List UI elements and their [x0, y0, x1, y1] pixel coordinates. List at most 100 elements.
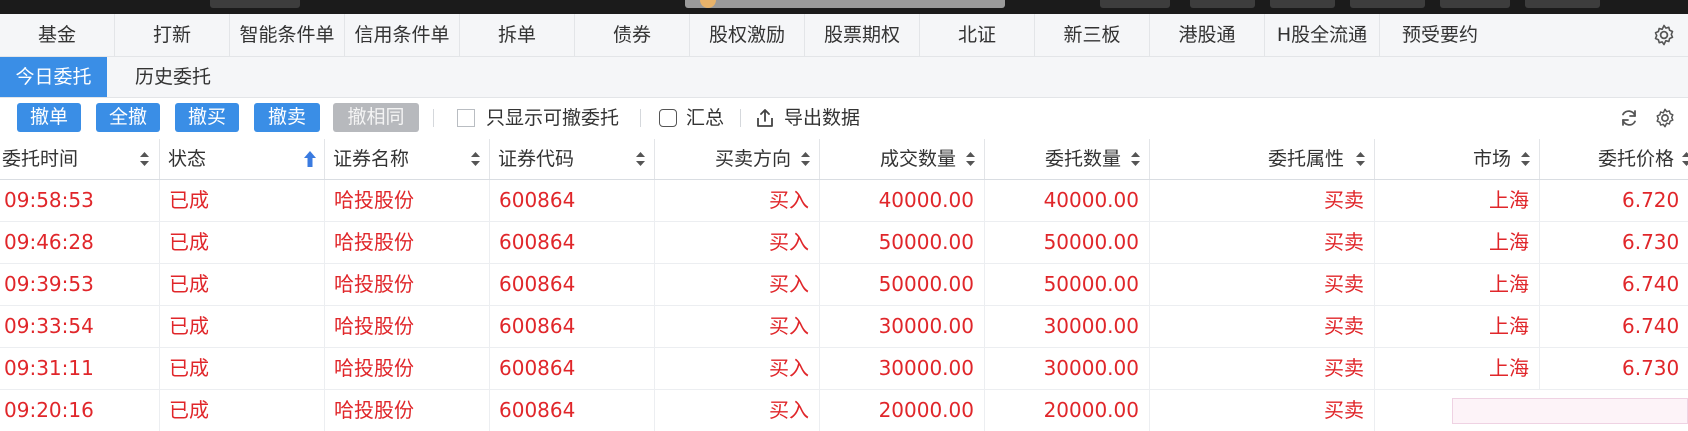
col-security-code-label: 证券代码 [498, 148, 575, 170]
cell-market: 上海 [1375, 264, 1540, 305]
col-security-name[interactable]: 证券名称 [325, 139, 490, 179]
table-row[interactable]: 09:46:28 已成 哈投股份 600864 买入 50000.00 5000… [0, 222, 1688, 264]
settings-gear-icon[interactable] [1652, 23, 1676, 47]
table-row[interactable]: 09:20:16 已成 哈投股份 600864 买入 20000.00 2000… [0, 390, 1688, 431]
col-order-attr[interactable]: 委托属性 [1150, 139, 1375, 179]
subtab-history-orders[interactable]: 历史委托 [112, 57, 234, 97]
cancel-button[interactable]: 撤单 [17, 103, 81, 132]
table-row[interactable]: 09:33:54 已成 哈投股份 600864 买入 30000.00 3000… [0, 306, 1688, 348]
strip-segment [1350, 0, 1425, 8]
sort-arrows-icon[interactable] [1131, 152, 1140, 166]
cell-status: 已成 [160, 390, 325, 431]
table-settings-gear-icon[interactable] [1654, 107, 1676, 129]
sort-arrows-icon[interactable] [1356, 152, 1365, 166]
tab-stock-connect[interactable]: 港股通 [1150, 14, 1265, 56]
refresh-icon[interactable] [1619, 108, 1639, 128]
col-side[interactable]: 买卖方向 [655, 139, 820, 179]
col-security-code[interactable]: 证券代码 [490, 139, 655, 179]
cell-filled: 30000.00 [820, 348, 985, 389]
tab-equity-incentive[interactable]: 股权激励 [690, 14, 805, 56]
tab-tender-offer[interactable]: 预受要约 [1380, 14, 1500, 56]
cell-name: 哈投股份 [325, 180, 490, 221]
cell-side: 买入 [655, 306, 820, 347]
sort-arrows-icon[interactable] [801, 152, 810, 166]
cell-code: 600864 [490, 180, 655, 221]
cell-attr: 买卖 [1150, 264, 1375, 305]
tab-stock-options[interactable]: 股票期权 [805, 14, 920, 56]
sort-arrows-icon[interactable] [966, 152, 975, 166]
cell-time: 09:39:53 [0, 264, 160, 305]
cell-qty: 30000.00 [985, 306, 1150, 347]
subtab-today-orders[interactable]: 今日委托 [0, 57, 107, 97]
only-cancelable-checkbox[interactable] [457, 109, 475, 127]
sort-arrows-icon[interactable] [140, 152, 149, 166]
table-row[interactable]: 09:58:53 已成 哈投股份 600864 买入 40000.00 4000… [0, 180, 1688, 222]
tab-bse[interactable]: 北证 [920, 14, 1035, 56]
window-top-strip [0, 0, 1688, 14]
col-market-label: 市场 [1473, 148, 1512, 170]
cell-name: 哈投股份 [325, 222, 490, 263]
order-toolbar: 撤单 全撤 撤买 撤卖 撤相同 只显示可撤委托 汇总 导出数据 [0, 98, 1688, 138]
sort-arrows-icon[interactable] [471, 152, 480, 166]
export-data-button[interactable]: 导出数据 [784, 98, 860, 138]
sort-arrows-icon[interactable] [1682, 152, 1688, 166]
cell-status: 已成 [160, 264, 325, 305]
tab-smart-condition[interactable]: 智能条件单 [230, 14, 345, 56]
sort-up-arrow-icon[interactable] [304, 151, 316, 167]
cell-market: 上海 [1375, 348, 1540, 389]
strip-segment [1440, 0, 1510, 8]
cell-time: 09:58:53 [0, 180, 160, 221]
cell-price: 6.730 [1622, 356, 1680, 380]
tab-ipo[interactable]: 打新 [115, 14, 230, 56]
table-row[interactable]: 09:39:53 已成 哈投股份 600864 买入 50000.00 5000… [0, 264, 1688, 306]
cell-qty: 30000.00 [985, 348, 1150, 389]
col-market[interactable]: 市场 [1375, 139, 1540, 179]
col-order-attr-label: 委托属性 [1268, 148, 1345, 170]
cell-side: 买入 [655, 348, 820, 389]
cell-name: 哈投股份 [325, 306, 490, 347]
tab-bond[interactable]: 债券 [575, 14, 690, 56]
cell-side: 买入 [655, 222, 820, 263]
cell-attr: 买卖 [1150, 390, 1375, 431]
summary-label[interactable]: 汇总 [686, 98, 724, 138]
tab-credit-condition[interactable]: 信用条件单 [345, 14, 460, 56]
col-order-time[interactable]: 委托时间 [0, 139, 160, 179]
col-order-qty[interactable]: 委托数量 [985, 139, 1150, 179]
cell-status: 已成 [160, 222, 325, 263]
sort-arrows-icon[interactable] [1521, 152, 1530, 166]
cell-filled: 20000.00 [820, 390, 985, 431]
summary-checkbox[interactable] [659, 109, 677, 127]
cell-qty: 20000.00 [985, 390, 1150, 431]
only-cancelable-label[interactable]: 只显示可撤委托 [486, 98, 619, 138]
cell-name: 哈投股份 [325, 348, 490, 389]
tab-split-order[interactable]: 拆单 [460, 14, 575, 56]
cancel-same-button[interactable]: 撤相同 [333, 103, 419, 132]
cell-status: 已成 [160, 348, 325, 389]
cell-price: 6.740 [1622, 272, 1680, 296]
cancel-sell-button[interactable]: 撤卖 [254, 103, 320, 132]
sort-arrows-icon[interactable] [636, 152, 645, 166]
cell-qty: 50000.00 [985, 222, 1150, 263]
col-order-price[interactable]: 委托价格 [1540, 139, 1688, 179]
col-filled-qty-label: 成交数量 [880, 148, 957, 170]
cell-side: 买入 [655, 180, 820, 221]
toolbar-divider [740, 109, 741, 127]
tab-fund[interactable]: 基金 [0, 14, 115, 56]
cell-name: 哈投股份 [325, 264, 490, 305]
cell-filled: 50000.00 [820, 264, 985, 305]
cell-attr: 买卖 [1150, 306, 1375, 347]
table-row[interactable]: 09:31:11 已成 哈投股份 600864 买入 30000.00 3000… [0, 348, 1688, 390]
export-icon[interactable] [755, 107, 775, 129]
cancel-buy-button[interactable]: 撤买 [175, 103, 239, 132]
cell-market: 上海 [1375, 180, 1540, 221]
cell-price: 6.740 [1622, 314, 1680, 338]
tab-h-share-full[interactable]: H股全流通 [1265, 14, 1380, 56]
popup-panel[interactable] [1452, 398, 1688, 424]
strip-segment [1190, 0, 1255, 8]
order-subtabs: 今日委托 历史委托 [0, 57, 1688, 98]
col-filled-qty[interactable]: 成交数量 [820, 139, 985, 179]
cell-price: 6.720 [1622, 188, 1680, 212]
tab-neeq[interactable]: 新三板 [1035, 14, 1150, 56]
cancel-all-button[interactable]: 全撤 [96, 103, 160, 132]
col-status[interactable]: 状态 [160, 139, 325, 179]
